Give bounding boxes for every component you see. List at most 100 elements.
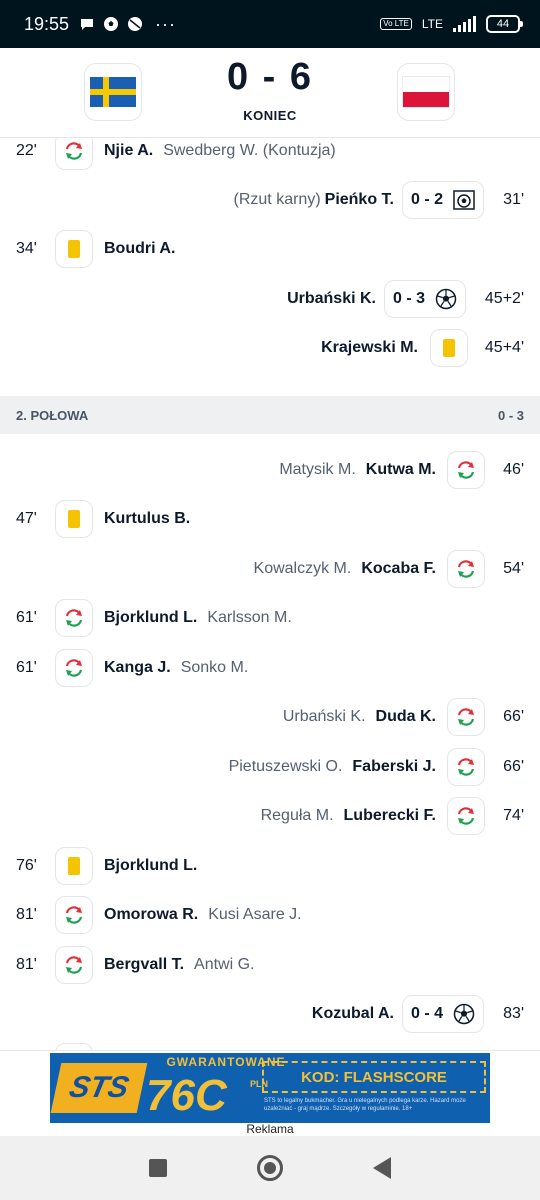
player-out: Swedberg W. (Kontuzja) bbox=[163, 142, 336, 159]
event-minute: 45+4' bbox=[484, 339, 524, 356]
event-minute: 66' bbox=[503, 708, 524, 725]
event-row[interactable]: 76' Bjorklund L. bbox=[0, 846, 540, 886]
scorer: Pieńko T. bbox=[324, 191, 394, 208]
event-minute: 83' bbox=[503, 1005, 524, 1022]
event-row[interactable]: Kowalczyk M. Kocaba F. 54' bbox=[0, 549, 540, 589]
event-row[interactable]: Kozubal A. 0 - 4 83' bbox=[0, 994, 540, 1034]
status-time: 19:55 bbox=[24, 13, 70, 34]
system-navigation-bar bbox=[0, 1136, 540, 1200]
event-minute: 34' bbox=[16, 240, 37, 257]
player-out: Antwi G. bbox=[194, 956, 255, 973]
player-out: Reguła M. bbox=[260, 807, 334, 824]
battery-icon: 44 bbox=[486, 15, 523, 33]
back-button[interactable] bbox=[373, 1157, 391, 1179]
event-text: Bjorklund L. Karlsson M. bbox=[104, 609, 292, 627]
event-text: Kurtulus B. bbox=[104, 510, 190, 528]
penalty-note: (Rzut karny) bbox=[233, 191, 321, 208]
goal-ball-icon bbox=[453, 1003, 475, 1025]
event-minute: 31' bbox=[503, 191, 524, 208]
player-in: Kutwa M. bbox=[365, 461, 436, 478]
poland-flag-icon bbox=[403, 77, 449, 107]
player-out: Sonko M. bbox=[180, 659, 249, 676]
player-in: Luberecki F. bbox=[343, 807, 436, 824]
player-in: Omorowa R. bbox=[104, 906, 199, 923]
scorer: Urbański K. bbox=[287, 290, 376, 307]
match-score-header: 0 - 6 KONIEC bbox=[0, 48, 540, 138]
event-minute: 76' bbox=[16, 857, 37, 874]
event-minute: 45+2' bbox=[484, 290, 524, 307]
event-text: Kowalczyk M. Kocaba F. bbox=[254, 560, 436, 578]
event-minute: 81' bbox=[16, 956, 37, 973]
event-row[interactable]: 22' Njie A. Swedberg W. (Kontuzja) bbox=[0, 138, 540, 171]
event-row[interactable]: Reguła M. Luberecki F. 74' bbox=[0, 796, 540, 836]
event-row[interactable]: 61' Bjorklund L. Karlsson M. bbox=[0, 598, 540, 638]
match-status: KONIEC bbox=[243, 108, 297, 123]
event-row[interactable]: Krajewski M. 45+4' bbox=[0, 328, 540, 368]
ad-legal-text: STS to legalny bukmacher. Gra u nielegal… bbox=[264, 1098, 466, 1112]
event-row[interactable] bbox=[0, 1042, 540, 1050]
event-row[interactable]: Urbański K. Duda K. 66' bbox=[0, 697, 540, 737]
event-text: Boudri A. bbox=[104, 240, 175, 258]
substitution-icon bbox=[55, 599, 93, 637]
event-text: Njie A. Swedberg W. (Kontuzja) bbox=[104, 142, 336, 160]
player-in: Kocaba F. bbox=[361, 560, 436, 577]
yellow-card-icon bbox=[55, 500, 93, 538]
recent-apps-button[interactable] bbox=[149, 1159, 167, 1177]
player: Boudri A. bbox=[104, 240, 176, 257]
away-team-logo[interactable] bbox=[397, 63, 455, 121]
event-row[interactable]: 81' Omorowa R. Kusi Asare J. bbox=[0, 895, 540, 935]
player-in: Bergvall T. bbox=[104, 956, 185, 973]
event-text: Bergvall T. Antwi G. bbox=[104, 956, 255, 974]
event-row[interactable]: Pietuszewski O. Faberski J. 66' bbox=[0, 747, 540, 787]
player-in: Faberski J. bbox=[352, 758, 436, 775]
substitution-icon bbox=[55, 946, 93, 984]
player-in: Bjorklund L. bbox=[104, 609, 198, 626]
event-row[interactable]: 47' Kurtulus B. bbox=[0, 499, 540, 539]
event-text: Reguła M. Luberecki F. bbox=[261, 807, 436, 825]
event-text: (Rzut karny) Pieńko T. bbox=[234, 191, 394, 209]
event-minute: 66' bbox=[503, 758, 524, 775]
event-row[interactable]: 81' Bergvall T. Antwi G. bbox=[0, 945, 540, 985]
ad-banner[interactable]: STS GWARANTOWANE 76C PLN KOD: FLASHSCORE… bbox=[50, 1053, 490, 1123]
substitution-icon bbox=[447, 748, 485, 786]
tennis-ball-icon bbox=[128, 17, 143, 31]
ad-promo-code: KOD: FLASHSCORE bbox=[262, 1061, 486, 1093]
event-minute: 54' bbox=[503, 560, 524, 577]
home-button[interactable] bbox=[257, 1155, 283, 1181]
advertisement[interactable]: STS GWARANTOWANE 76C PLN KOD: FLASHSCORE… bbox=[0, 1050, 540, 1136]
player-out: Kowalczyk M. bbox=[253, 560, 352, 577]
player-out: Karlsson M. bbox=[207, 609, 292, 626]
battery-level: 44 bbox=[496, 18, 510, 30]
player-out: Urbański K. bbox=[282, 708, 366, 725]
event-row[interactable]: 34' Boudri A. bbox=[0, 229, 540, 269]
substitution-icon bbox=[447, 797, 485, 835]
scorer: Kozubal A. bbox=[311, 1005, 394, 1022]
event-row[interactable]: (Rzut karny) Pieńko T. 0 - 2 31' bbox=[0, 180, 540, 220]
event-text: Kanga J. Sonko M. bbox=[104, 659, 248, 677]
player-in: Duda K. bbox=[375, 708, 436, 725]
more-notifications-icon: ··· bbox=[155, 13, 177, 34]
event-text: Urbański K. Duda K. bbox=[283, 708, 436, 726]
yellow-card-icon bbox=[55, 847, 93, 885]
player: Kurtulus B. bbox=[104, 510, 191, 527]
event-minute: 61' bbox=[16, 609, 37, 626]
event-text: Matysik M. Kutwa M. bbox=[279, 461, 436, 479]
event-row[interactable]: 61' Kanga J. Sonko M. bbox=[0, 648, 540, 688]
goal-score-box: 0 - 2 bbox=[401, 181, 484, 219]
event-row[interactable]: Urbański K. 0 - 3 45+2' bbox=[0, 279, 540, 319]
player: Krajewski M. bbox=[321, 339, 418, 356]
event-icon bbox=[55, 1043, 93, 1050]
goal-score-box: 0 - 4 bbox=[401, 995, 484, 1033]
ad-amount: 76C bbox=[146, 1071, 227, 1120]
substitution-icon bbox=[55, 649, 93, 687]
event-row[interactable]: Matysik M. Kutwa M. 46' bbox=[0, 450, 540, 490]
substitution-icon bbox=[55, 138, 93, 170]
player-in: Kanga J. bbox=[104, 659, 171, 676]
match-score: 0 - 6 bbox=[226, 56, 314, 98]
event-minute: 22' bbox=[16, 142, 37, 159]
section-title: 2. POŁOWA bbox=[16, 407, 89, 423]
substitution-icon bbox=[447, 698, 485, 736]
substitution-icon bbox=[447, 451, 485, 489]
running-score: 0 - 3 bbox=[392, 290, 425, 307]
section-header-second-half: 2. POŁOWA 0 - 3 bbox=[0, 396, 540, 434]
